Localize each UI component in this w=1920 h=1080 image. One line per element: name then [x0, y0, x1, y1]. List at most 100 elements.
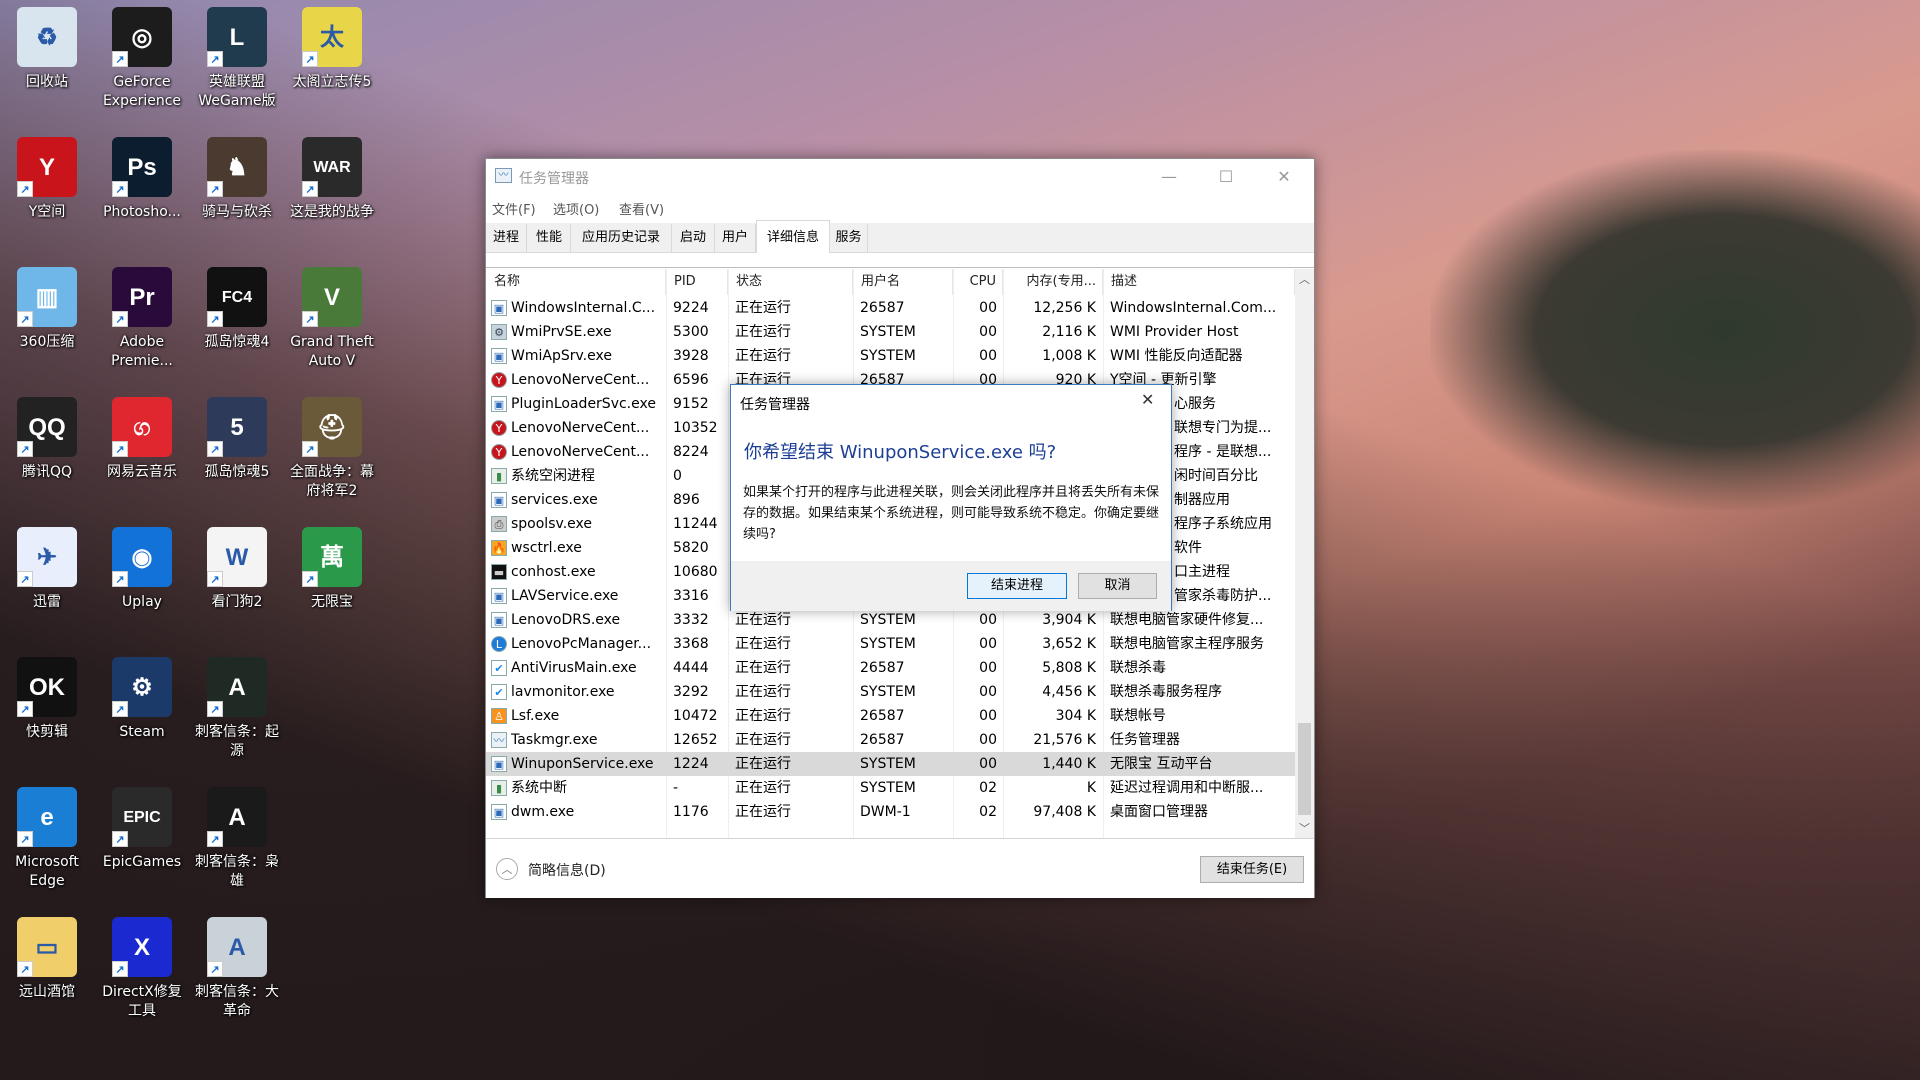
icon-glyph: 萬 [320, 543, 344, 571]
header-col-status[interactable]: 状态 [728, 269, 853, 295]
desktop-shortcut[interactable]: A ↗ 刺客信条：起源 [192, 657, 282, 761]
desktop-shortcut[interactable]: ♞ ↗ 骑马与砍杀 [192, 137, 282, 222]
desktop-shortcut[interactable]: ◎ ↗ GeForce Experience [97, 7, 187, 111]
desktop-shortcut[interactable]: W ↗ 看门狗2 [192, 527, 282, 612]
maximize-button[interactable]: ☐ [1206, 164, 1246, 190]
cell-pid: 3292 [673, 684, 709, 700]
cancel-button[interactable]: 取消 [1078, 573, 1157, 599]
desktop-shortcut[interactable]: Pr ↗ Adobe Premie... [97, 267, 187, 371]
shortcut-label: Steam [119, 724, 165, 740]
cell-pid: 1224 [673, 756, 709, 772]
close-button[interactable]: ✕ [1264, 164, 1304, 190]
desktop-shortcut[interactable]: A ↗ 刺客信条：大革命 [192, 917, 282, 1021]
desktop-shortcut[interactable]: e ↗ Microsoft Edge [2, 787, 92, 891]
table-row[interactable]: ✔ lavmonitor.exe 3292 正在运行 SYSTEM 00 4,456 K 联想… [486, 680, 1295, 704]
desktop-shortcut[interactable]: OK ↗ 快剪辑 [2, 657, 92, 742]
header-col-user[interactable]: 用户名 [853, 269, 953, 295]
system-idle-icon: ▮ [491, 468, 507, 484]
desktop-shortcut[interactable]: ⛑ ↗ 全面战争：幕府将军2 [287, 397, 377, 501]
table-row[interactable]: ▣ WmiApSrv.exe 3928 正在运行 SYSTEM 00 1,008 K WMI … [486, 344, 1295, 368]
header-col-cpu[interactable]: CPU [953, 269, 1003, 295]
task-manager-icon: 〰 [491, 732, 507, 748]
icon-glyph: Pr [129, 283, 155, 311]
table-row[interactable]: ✔ AntiVirusMain.exe 4444 正在运行 26587 00 5,808 K… [486, 656, 1295, 680]
desktop-shortcut[interactable]: 萬 ↗ 无限宝 [287, 527, 377, 612]
table-row[interactable]: L LenovoPcManager... 3368 正在运行 SYSTEM 00 3,652… [486, 632, 1295, 656]
cell-status: 正在运行 [735, 708, 791, 724]
table-row[interactable]: ⚙ WmiPrvSE.exe 5300 正在运行 SYSTEM 00 2,116 K WMI … [486, 320, 1295, 344]
desktop-shortcut[interactable]: A ↗ 刺客信条：枭雄 [192, 787, 282, 891]
desktop-shortcut[interactable]: ▥ ↗ 360压缩 [2, 267, 92, 352]
generic-app-icon: ▣ [491, 588, 507, 604]
tab-0[interactable]: 进程 [486, 224, 527, 252]
end-process-button[interactable]: 结束进程 [967, 573, 1067, 599]
cell-pid: 0 [673, 468, 682, 484]
tab-4[interactable]: 用户 [715, 224, 756, 252]
tab-5[interactable]: 详细信息 [756, 220, 830, 253]
desktop-shortcut[interactable]: ⚙ ↗ Steam [97, 657, 187, 742]
header-col-pid[interactable]: PID [666, 269, 728, 295]
header-col-memory[interactable]: 内存(专用... [1003, 269, 1103, 295]
menu-view[interactable]: 查看(V) [619, 199, 664, 218]
desktop-shortcut[interactable]: Ps ↗ Photosho... [97, 137, 187, 222]
league-of-legends-icon: L ↗ [207, 7, 267, 67]
shortcut-arrow-icon: ↗ [302, 51, 318, 67]
desktop-shortcut[interactable]: V ↗ Grand Theft Auto V [287, 267, 377, 371]
header-col-name[interactable]: 名称 [486, 269, 666, 295]
tab-bar: 进程 性能 应用历史记录 启动 用户 详细信息 服务 [486, 220, 1314, 253]
desktop-shortcut[interactable]: QQ ↗ 腾讯QQ [2, 397, 92, 482]
shortcut-label: Adobe Premie... [111, 334, 173, 369]
tab-6[interactable]: 服务 [830, 224, 868, 252]
icon-glyph: ග [133, 413, 151, 441]
table-row[interactable]: ▣ dwm.exe 1176 正在运行 DWM-1 02 97,408 K 桌面窗口管理器 [486, 800, 1295, 824]
desktop-shortcut[interactable]: 太 ↗ 太阁立志传5 [287, 7, 377, 92]
table-row[interactable]: ♙ Lsf.exe 10472 正在运行 26587 00 304 K 联想帐号 [486, 704, 1295, 728]
table-row[interactable]: 〰 Taskmgr.exe 12652 正在运行 26587 00 21,576 K 任务管理… [486, 728, 1295, 752]
desktop-shortcut[interactable]: Y ↗ Y空间 [2, 137, 92, 222]
scroll-thumb[interactable] [1298, 723, 1311, 815]
end-task-button[interactable]: 结束任务(E) [1200, 856, 1304, 883]
icon-glyph: A [228, 673, 246, 701]
desktop-shortcut[interactable]: ✈ ↗ 迅雷 [2, 527, 92, 612]
cell-user: SYSTEM [860, 348, 916, 364]
dialog-close-icon[interactable]: ✕ [1141, 390, 1154, 409]
shortcut-arrow-icon: ↗ [207, 51, 223, 67]
cell-cpu: 00 [979, 756, 997, 772]
scroll-up-icon[interactable]: ︿ [1299, 271, 1310, 287]
cell-status: 正在运行 [735, 684, 791, 700]
tab-2[interactable]: 应用历史记录 [571, 224, 672, 252]
desktop-shortcut[interactable]: ♻ 回收站 [2, 7, 92, 92]
scroll-down-icon[interactable]: ﹀ [1299, 820, 1310, 836]
table-row[interactable]: ▣ LenovoDRS.exe 3332 正在运行 SYSTEM 00 3,904 K 联想电… [486, 608, 1295, 632]
menu-file[interactable]: 文件(F) [492, 199, 536, 218]
desktop-shortcut[interactable]: 5 ↗ 孤岛惊魂5 [192, 397, 282, 482]
desktop-shortcut[interactable]: WAR ↗ 这是我的战争 [287, 137, 377, 222]
shortcut-label: 全面战争：幕府将军2 [290, 464, 374, 499]
title-bar[interactable]: 〰 任务管理器 — ☐ ✕ [486, 159, 1314, 194]
shortcut-label: Photosho... [103, 204, 181, 220]
table-row[interactable]: ▮ 系统中断 - 正在运行 SYSTEM 02 K 延迟过程调用和中断服... [486, 776, 1295, 800]
table-row[interactable]: ▣ WindowsInternal.C... 9224 正在运行 26587 00 12,2… [486, 296, 1295, 320]
desktop-shortcut[interactable]: X ↗ DirectX修复工具 [97, 917, 187, 1021]
minimize-button[interactable]: — [1149, 164, 1189, 190]
cell-status: 正在运行 [735, 612, 791, 628]
table-row[interactable]: ▣ WinuponService.exe 1224 正在运行 SYSTEM 00 1,440… [486, 752, 1295, 776]
tab-3[interactable]: 启动 [672, 224, 715, 252]
desktop-shortcut[interactable]: ◉ ↗ Uplay [97, 527, 187, 612]
desktop-shortcut[interactable]: EPIC ↗ EpicGames [97, 787, 187, 872]
fewer-details-link[interactable]: 简略信息(D) [528, 860, 606, 880]
desktop-shortcut[interactable]: ග ↗ 网易云音乐 [97, 397, 187, 482]
console-icon: ▬ [491, 564, 507, 580]
desktop-shortcut[interactable]: FC4 ↗ 孤岛惊魂4 [192, 267, 282, 352]
shortcut-arrow-icon: ↗ [17, 961, 33, 977]
vertical-scrollbar[interactable]: ︿ ﹀ [1295, 269, 1314, 838]
cell-description: 任务管理器 [1110, 732, 1180, 748]
desktop-shortcut[interactable]: ▭ ↗ 远山酒馆 [2, 917, 92, 1002]
tab-1[interactable]: 性能 [528, 224, 571, 252]
collapse-icon[interactable]: ︿ [496, 858, 518, 880]
cell-description: 联想专门为提... [1174, 420, 1272, 436]
desktop-shortcut[interactable]: L ↗ 英雄联盟WeGame版 [192, 7, 282, 111]
shortcut-label: GeForce Experience [102, 74, 182, 109]
cell-name: services.exe [511, 492, 598, 508]
menu-options[interactable]: 选项(O) [553, 199, 599, 218]
